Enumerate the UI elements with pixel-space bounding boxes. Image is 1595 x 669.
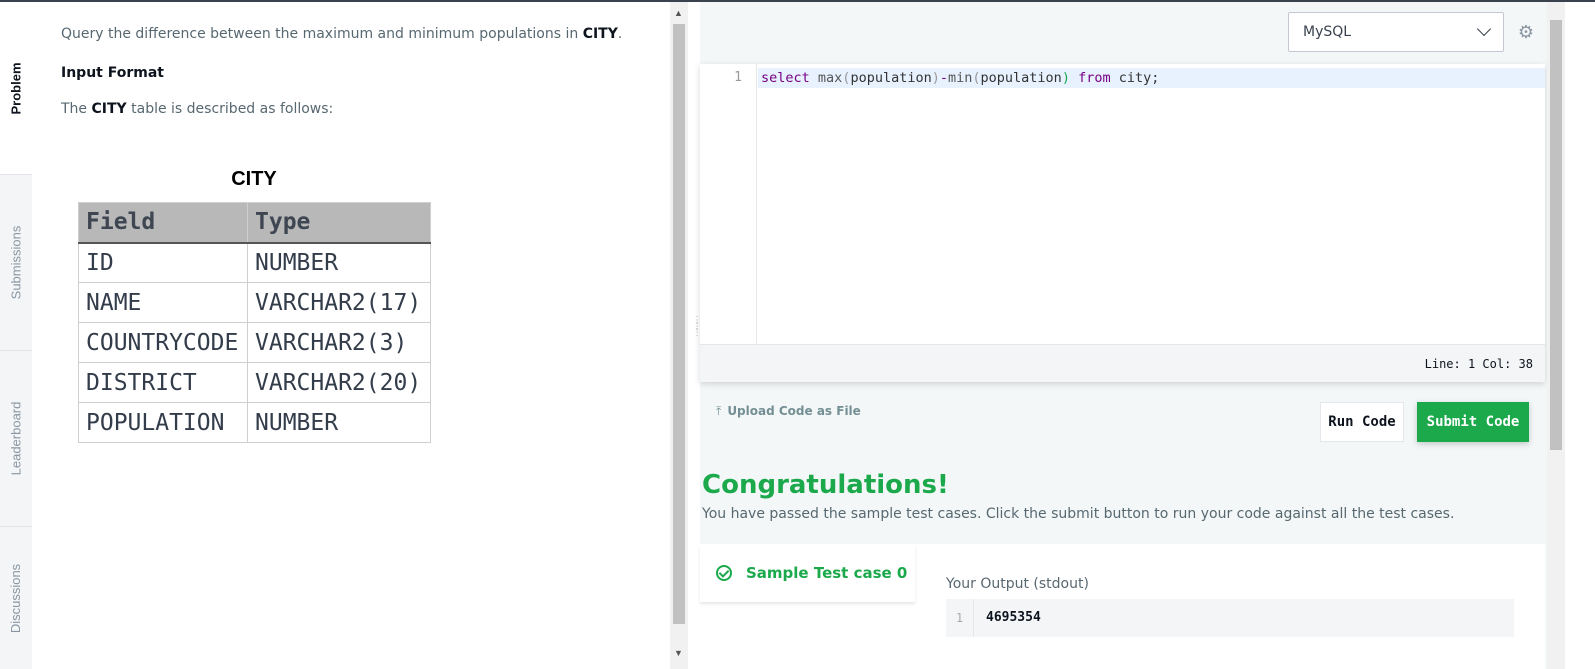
output-box: 1 4695354: [946, 599, 1514, 637]
code-line[interactable]: select max(population)-min(population) f…: [758, 68, 1545, 88]
field-cell: ID: [78, 242, 248, 283]
header-type: Type: [247, 202, 431, 244]
table-row: DISTRICT VARCHAR2(20): [78, 362, 431, 403]
code-token: city;: [1110, 70, 1160, 86]
scroll-up-arrow-icon[interactable]: ▲: [674, 8, 683, 18]
test-results-panel: Sample Test case 0 Your Output (stdout) …: [700, 544, 1545, 669]
desc-text-pre: The: [61, 101, 92, 117]
type-cell: VARCHAR2(3): [247, 322, 431, 363]
scroll-down-arrow-icon[interactable]: ▼: [674, 648, 683, 658]
field-cell: POPULATION: [78, 402, 248, 443]
code-token: population: [980, 70, 1062, 86]
code-token: -: [939, 70, 948, 86]
problem-scrollbar[interactable]: ▲ ▼: [670, 2, 688, 669]
code-token: from: [1069, 70, 1111, 86]
statement-table-name: CITY: [582, 26, 618, 42]
language-select-value: MySQL: [1303, 24, 1352, 40]
input-format-heading: Input Format: [61, 65, 164, 81]
vertical-tab-strip: Problem Submissions Leaderboard Discussi…: [0, 2, 32, 669]
tab-submissions-label: Submissions: [8, 225, 24, 300]
type-cell: NUMBER: [247, 242, 431, 283]
type-cell: NUMBER: [247, 402, 431, 443]
city-schema-table: Field Type ID NUMBER NAME VARCHAR2(17) COU…: [78, 202, 431, 443]
upload-label: Upload Code as File: [727, 404, 861, 418]
run-code-button[interactable]: Run Code: [1320, 402, 1404, 442]
testcase-label: Sample Test case 0: [746, 564, 908, 582]
statement-text: Query the difference between the maximum…: [61, 26, 583, 42]
code-token: min: [948, 70, 973, 86]
field-cell: NAME: [78, 282, 248, 323]
check-circle-icon: [716, 565, 732, 581]
table-row: COUNTRYCODE VARCHAR2(3): [78, 322, 431, 363]
desc-text-post: table is described as follows:: [126, 101, 334, 117]
upload-code-link[interactable]: ⤒ Upload Code as File: [716, 404, 861, 419]
pane-resize-handle-icon[interactable]: ⋮ ⋮ ⋮: [692, 316, 702, 348]
output-line-number: 1: [946, 599, 974, 637]
code-token: max: [809, 70, 843, 86]
tab-leaderboard-label: Leaderboard: [8, 401, 24, 476]
type-cell: VARCHAR2(17): [247, 282, 431, 323]
code-editor[interactable]: 1 select max(population)-min(population)…: [700, 64, 1545, 382]
desc-table-name: CITY: [91, 101, 127, 117]
scrollbar-thumb[interactable]: [1550, 20, 1562, 450]
editor-pane: MySQL ⚙ 1 select max(population)-min(pop…: [700, 2, 1547, 669]
submit-code-button[interactable]: Submit Code: [1417, 402, 1529, 442]
table-row: NAME VARCHAR2(17): [78, 282, 431, 323]
table-description: The CITY table is described as follows:: [61, 101, 333, 117]
editor-scrollbar[interactable]: [1547, 2, 1565, 669]
city-table-title: CITY: [231, 168, 277, 190]
code-token: (: [972, 70, 981, 86]
statement-end: .: [617, 26, 623, 42]
result-heading: Congratulations!: [702, 470, 949, 500]
output-value: 4695354: [986, 610, 1041, 625]
type-cell: VARCHAR2(20): [247, 362, 431, 403]
header-field: Field: [78, 202, 248, 244]
tab-leaderboard[interactable]: Leaderboard: [0, 350, 32, 526]
output-label: Your Output (stdout): [946, 576, 1089, 592]
scrollbar-thumb[interactable]: [673, 24, 685, 624]
cursor-status: Line: 1 Col: 38: [700, 344, 1545, 382]
tab-discussions-label: Discussions: [8, 563, 24, 633]
line-number: 1: [734, 70, 742, 85]
result-message: You have passed the sample test cases. C…: [702, 506, 1455, 522]
gear-icon[interactable]: ⚙: [1516, 22, 1536, 42]
right-margin: [1565, 2, 1595, 669]
table-row: ID NUMBER: [78, 242, 431, 283]
table-row: POPULATION NUMBER: [78, 402, 431, 443]
upload-icon: ⤒: [716, 404, 722, 418]
code-token: ): [1061, 70, 1070, 86]
code-token: population: [850, 70, 932, 86]
editor-toolbar: MySQL ⚙: [700, 2, 1545, 64]
tab-submissions[interactable]: Submissions: [0, 174, 32, 350]
tab-discussions[interactable]: Discussions: [0, 526, 32, 669]
problem-statement: Query the difference between the maximum…: [61, 26, 622, 42]
field-cell: DISTRICT: [78, 362, 248, 403]
line-gutter: 1: [700, 64, 757, 344]
tab-problem[interactable]: Problem: [0, 2, 32, 174]
tab-sample-test-case-0[interactable]: Sample Test case 0: [700, 544, 915, 602]
language-select[interactable]: MySQL: [1288, 12, 1504, 52]
tab-problem-label: Problem: [8, 61, 24, 115]
code-token: ): [931, 70, 940, 86]
code-token: select: [761, 70, 810, 86]
chevron-down-icon: [1476, 21, 1492, 37]
field-cell: COUNTRYCODE: [78, 322, 248, 363]
table-header-row: Field Type: [78, 202, 431, 244]
